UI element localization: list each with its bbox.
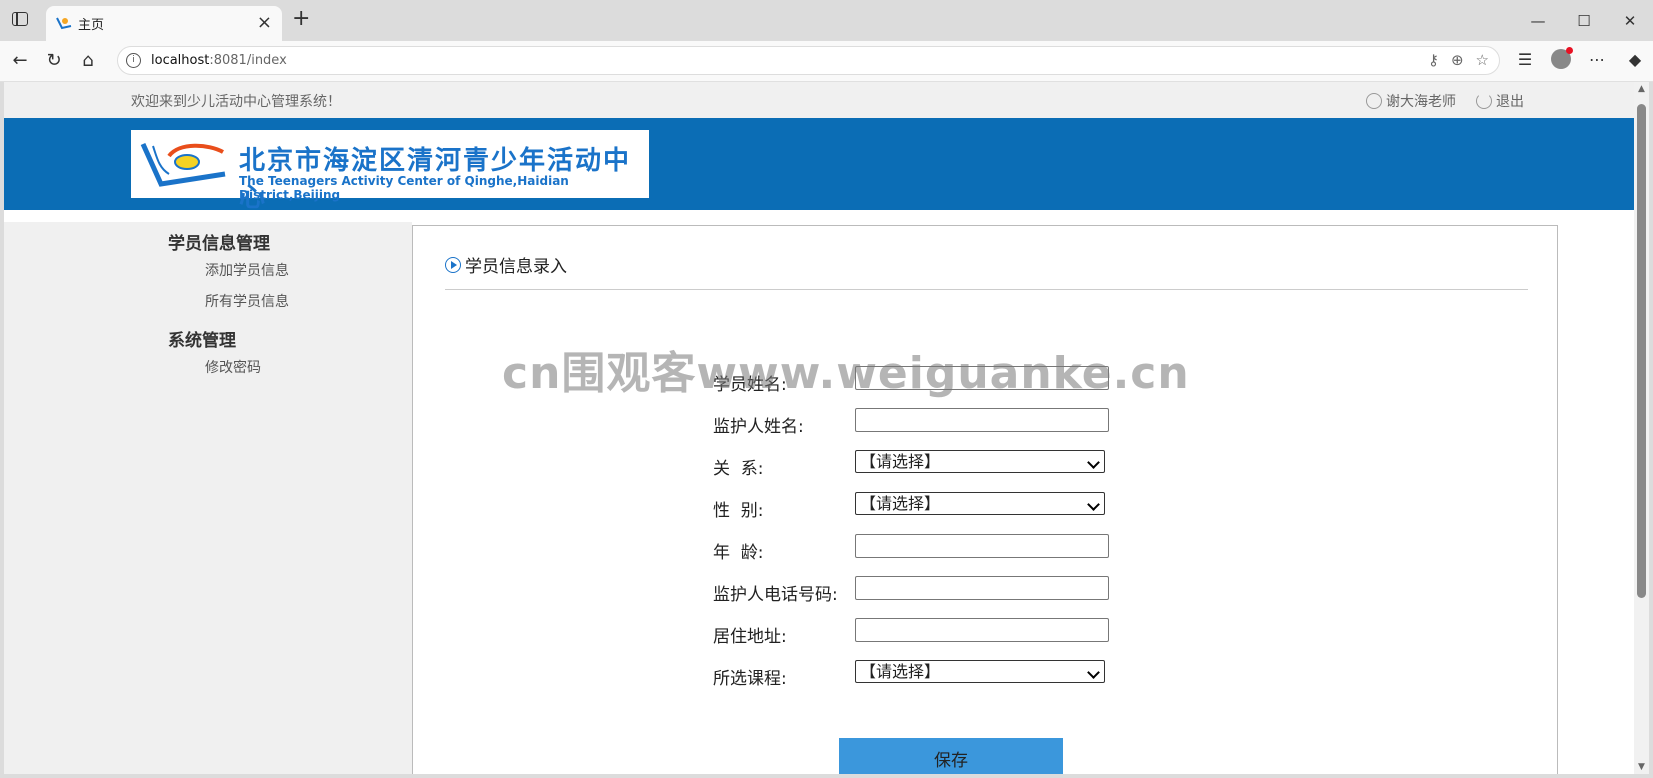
sidebar: 学员信息管理 添加学员信息 所有学员信息 系统管理 修改密码 <box>4 222 412 774</box>
home-icon[interactable]: ⌂ <box>77 49 99 71</box>
relation-select[interactable]: 【请选择】 <box>855 450 1105 473</box>
refresh-icon[interactable]: ↻ <box>43 49 65 71</box>
course-label: 所选课程: <box>713 669 787 689</box>
user-icon <box>1366 93 1382 109</box>
course-select[interactable]: 【请选择】 <box>855 660 1105 683</box>
page-title: 学员信息录入 <box>445 252 567 277</box>
favorite-star-icon[interactable]: ☆ <box>1476 51 1489 69</box>
sidebar-section-student: 学员信息管理 <box>168 234 270 254</box>
copilot-icon[interactable]: ◆ <box>1623 47 1647 71</box>
divider <box>445 289 1528 290</box>
maximize-icon[interactable]: ☐ <box>1561 0 1607 41</box>
window-controls: — ☐ ✕ <box>1515 0 1653 41</box>
relation-label: 关 系: <box>713 459 764 479</box>
logo-mark-icon <box>140 142 226 187</box>
welcome-text: 欢迎来到少儿活动中心管理系统！ <box>131 94 341 110</box>
sidebar-item-add-student[interactable]: 添加学员信息 <box>205 260 289 280</box>
key-icon[interactable]: ⚷ <box>1428 51 1439 69</box>
save-button[interactable]: 保存 <box>839 738 1063 774</box>
new-tab-icon[interactable]: + <box>292 6 310 31</box>
page-viewport: 欢迎来到少儿活动中心管理系统！ 谢大海老师 退出 北京市海淀区清河青少年活动中心… <box>4 82 1634 774</box>
guardian-phone-label: 监护人电话号码: <box>713 585 838 605</box>
tab-actions-icon[interactable] <box>12 12 28 26</box>
guardian-phone-input[interactable] <box>855 576 1109 600</box>
scrollbar[interactable]: ▲ ▼ <box>1634 82 1649 774</box>
minimize-icon[interactable]: — <box>1515 0 1561 41</box>
scroll-up-icon[interactable]: ▲ <box>1638 84 1645 94</box>
browser-tab[interactable]: 主页 × <box>46 6 282 41</box>
back-icon[interactable]: ← <box>9 49 31 71</box>
tab-title: 主页 <box>78 18 105 33</box>
play-circle-icon <box>445 256 461 273</box>
chevron-down-icon <box>1087 498 1100 511</box>
scroll-down-icon[interactable]: ▼ <box>1638 762 1645 772</box>
age-label: 年 龄: <box>713 543 764 563</box>
main-content: 学员信息录入 学员姓名: 监护人姓名: 关 系: 【请选择】 性 别: 【请选择… <box>412 225 1558 774</box>
power-icon <box>1476 93 1492 109</box>
scroll-thumb[interactable] <box>1637 104 1646 598</box>
guardian-name-label: 监护人姓名: <box>713 417 804 437</box>
logo-english-text: The Teenagers Activity Center of Qinghe,… <box>239 174 569 202</box>
age-input[interactable] <box>855 534 1109 558</box>
url-text: localhost:8081/index <box>151 53 287 68</box>
zoom-icon[interactable]: ⊕ <box>1451 51 1464 69</box>
guardian-name-input[interactable] <box>855 408 1109 432</box>
site-topbar: 欢迎来到少儿活动中心管理系统！ 谢大海老师 退出 <box>4 82 1634 118</box>
address-label: 居住地址: <box>713 627 787 647</box>
watermark: cn围观客www.weiguanke.cn <box>502 348 1190 399</box>
url-input[interactable]: i localhost:8081/index ⚷ ⊕ ☆ <box>117 46 1500 75</box>
sidebar-section-system: 系统管理 <box>168 331 236 351</box>
site-favicon-icon <box>56 17 72 30</box>
chevron-down-icon <box>1087 456 1100 469</box>
browser-tab-bar: 主页 × + — ☐ ✕ <box>0 0 1653 41</box>
sidebar-item-change-password[interactable]: 修改密码 <box>205 357 261 377</box>
more-icon[interactable]: ⋯ <box>1585 47 1609 71</box>
gender-label: 性 别: <box>713 501 764 521</box>
close-icon[interactable]: × <box>257 12 272 33</box>
sidebar-item-all-students[interactable]: 所有学员信息 <box>205 291 289 311</box>
user-link[interactable]: 谢大海老师 <box>1366 91 1456 111</box>
site-banner: 北京市海淀区清河青少年活动中心 The Teenagers Activity C… <box>4 118 1634 213</box>
logout-link[interactable]: 退出 <box>1476 91 1524 111</box>
address-input[interactable] <box>855 618 1109 642</box>
site-logo: 北京市海淀区清河青少年活动中心 The Teenagers Activity C… <box>131 130 649 213</box>
window-close-icon[interactable]: ✕ <box>1607 0 1653 41</box>
favorites-icon[interactable]: ☰ <box>1513 47 1537 71</box>
chevron-down-icon <box>1087 666 1100 679</box>
profile-avatar[interactable] <box>1551 47 1573 69</box>
info-icon[interactable]: i <box>126 53 141 68</box>
gender-select[interactable]: 【请选择】 <box>855 492 1105 515</box>
address-bar: ← ↻ ⌂ i localhost:8081/index ⚷ ⊕ ☆ ☰ ⋯ ◆ <box>0 41 1653 82</box>
